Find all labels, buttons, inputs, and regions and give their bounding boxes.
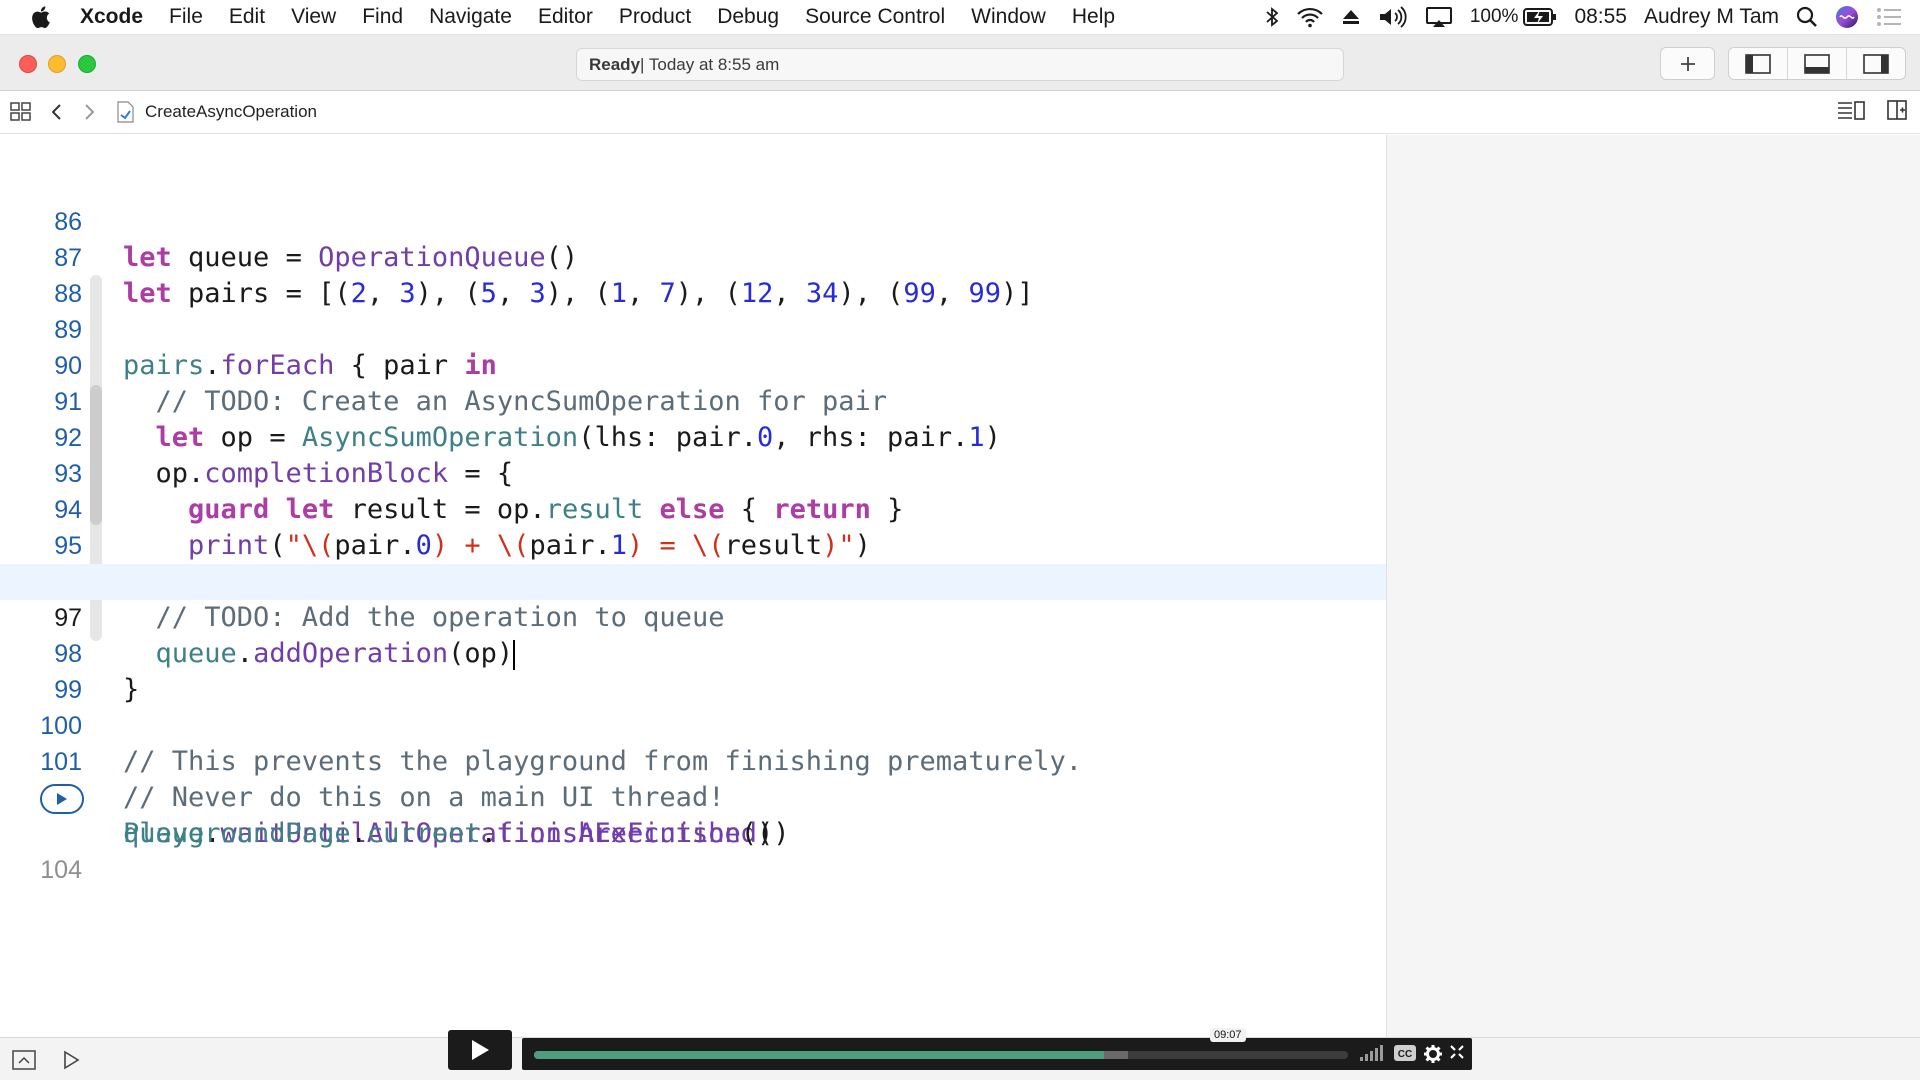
code-line-current: 97 queue.addOperation(op) bbox=[0, 564, 1386, 670]
menu-help[interactable]: Help bbox=[1059, 5, 1128, 29]
toggle-inspector-button[interactable] bbox=[1847, 48, 1905, 79]
menu-view[interactable]: View bbox=[278, 5, 349, 29]
play-icon bbox=[469, 1039, 491, 1061]
code-line: 91 let op = AsyncSumOperation(lhs: pair.… bbox=[0, 348, 1386, 453]
minimize-window-button[interactable] bbox=[48, 55, 66, 73]
video-progress-fill bbox=[534, 1051, 1104, 1059]
code-line: 102 queue.waitUntilAllOperationsAreFinis… bbox=[0, 744, 1386, 849]
clock[interactable]: 08:55 bbox=[1574, 5, 1627, 29]
activity-status-bar: Ready | Today at 8:55 am bbox=[576, 48, 1344, 81]
menu-window[interactable]: Window bbox=[958, 5, 1059, 29]
video-play-button[interactable] bbox=[448, 1030, 512, 1070]
code-line: 86 let queue = OperationQueue() bbox=[0, 168, 1386, 273]
window-toolbar: Ready | Today at 8:55 am bbox=[0, 35, 1920, 91]
bottom-panel-icon bbox=[1804, 53, 1830, 74]
zoom-window-button[interactable] bbox=[78, 55, 96, 73]
left-panel-icon bbox=[1745, 53, 1771, 74]
closed-captions-icon[interactable]: CC bbox=[1394, 1045, 1416, 1061]
code-line: 90 // TODO: Create an AsyncSumOperation … bbox=[0, 312, 1386, 417]
code-line: 96 // TODO: Add the operation to queue bbox=[0, 528, 1386, 633]
menu-navigate[interactable]: Navigate bbox=[416, 5, 525, 29]
back-arrow-icon[interactable] bbox=[43, 98, 71, 126]
results-sidebar bbox=[1386, 135, 1920, 1037]
wifi-icon[interactable] bbox=[1296, 6, 1324, 28]
code-line: 100 // This prevents the playground from… bbox=[0, 672, 1386, 777]
code-line: 101 // Never do this on a main UI thread… bbox=[0, 708, 1386, 813]
video-progress-track[interactable] bbox=[534, 1051, 1348, 1059]
volume-icon[interactable] bbox=[1378, 6, 1408, 28]
menu-edit[interactable]: Edit bbox=[216, 5, 278, 29]
video-timestamp-tooltip: 09:07 bbox=[1210, 1028, 1246, 1042]
menu-bar: Xcode File Edit View Find Navigate Edito… bbox=[0, 0, 1920, 35]
menu-source-control[interactable]: Source Control bbox=[792, 5, 958, 29]
menu-file[interactable]: File bbox=[156, 5, 216, 29]
debug-area-icon bbox=[12, 1050, 36, 1070]
airplay-icon[interactable] bbox=[1425, 6, 1453, 28]
code-line: 95 } bbox=[0, 492, 1386, 597]
code-line: 98 } bbox=[0, 600, 1386, 705]
battery-charging-icon[interactable] bbox=[1523, 7, 1557, 27]
battery-percent: 100% bbox=[1469, 6, 1519, 27]
spotlight-search-icon[interactable] bbox=[1796, 6, 1818, 28]
close-window-button[interactable] bbox=[19, 55, 37, 73]
show-debug-area-button[interactable] bbox=[11, 1048, 37, 1072]
toggle-debug-area-button[interactable] bbox=[1788, 48, 1847, 79]
apple-icon[interactable] bbox=[22, 6, 60, 28]
code-line: 92 op.completionBlock = { bbox=[0, 384, 1386, 489]
right-panel-icon bbox=[1863, 53, 1889, 74]
code-line: 87 let pairs = [(2, 3), (5, 3), (1, 7), … bbox=[0, 204, 1386, 309]
panel-toggle-group bbox=[1728, 47, 1906, 80]
status-ready-text: Ready bbox=[589, 54, 641, 74]
related-items-grid-icon[interactable] bbox=[7, 98, 35, 126]
code-line: 93 guard let result = op.result else { r… bbox=[0, 420, 1386, 525]
status-area: 100% 08:55 Audrey M Tam bbox=[1265, 5, 1920, 29]
execute-playground-button[interactable] bbox=[58, 1048, 84, 1072]
editor-options-icon[interactable] bbox=[1836, 99, 1866, 121]
siri-icon[interactable] bbox=[1835, 5, 1859, 29]
forward-arrow-icon[interactable] bbox=[75, 98, 103, 126]
source-editor[interactable]: 86 let queue = OperationQueue() 87 let p… bbox=[0, 135, 1386, 1037]
playground-file-icon bbox=[111, 98, 139, 126]
library-add-button[interactable] bbox=[1660, 47, 1715, 80]
settings-gear-icon[interactable] bbox=[1424, 1045, 1442, 1063]
plus-icon bbox=[1679, 55, 1697, 73]
menu-app-name[interactable]: Xcode bbox=[60, 5, 156, 29]
menu-find[interactable]: Find bbox=[349, 5, 416, 29]
code-line: 104 bbox=[0, 816, 1386, 884]
volume-bars-icon[interactable] bbox=[1360, 1045, 1384, 1061]
notification-center-icon[interactable] bbox=[1876, 7, 1902, 27]
status-timestamp-text: | Today at 8:55 am bbox=[640, 54, 780, 74]
line-number: 104 bbox=[40, 856, 82, 884]
user-name[interactable]: Audrey M Tam bbox=[1644, 5, 1779, 29]
menu-debug[interactable]: Debug bbox=[704, 5, 792, 29]
code-line: PlaygroundPage.current.finishExecution() bbox=[0, 780, 1386, 849]
code-line: 94 print("\(pair.0) + \(pair.1) = \(resu… bbox=[0, 456, 1386, 561]
menu-product[interactable]: Product bbox=[606, 5, 704, 29]
run-to-line-button[interactable] bbox=[40, 784, 84, 814]
video-control-bar: 09:07 CC bbox=[522, 1028, 1472, 1070]
play-icon bbox=[56, 792, 68, 806]
jump-bar: CreateAsyncOperation bbox=[0, 91, 1920, 134]
add-editor-icon[interactable] bbox=[1886, 99, 1908, 121]
bluetooth-icon[interactable] bbox=[1265, 6, 1279, 28]
eject-icon[interactable] bbox=[1341, 7, 1361, 27]
code-line: 88 bbox=[0, 240, 1386, 308]
menu-editor[interactable]: Editor bbox=[525, 5, 606, 29]
svg-text:CC: CC bbox=[1398, 1049, 1412, 1060]
fullscreen-icon[interactable] bbox=[1450, 1045, 1464, 1059]
code-line: 99 bbox=[0, 636, 1386, 704]
breadcrumb-file-name[interactable]: CreateAsyncOperation bbox=[145, 102, 317, 122]
toggle-navigator-button[interactable] bbox=[1729, 48, 1788, 79]
code-line: 89 pairs.forEach { pair in bbox=[0, 276, 1386, 381]
run-triangle-icon bbox=[62, 1050, 80, 1070]
